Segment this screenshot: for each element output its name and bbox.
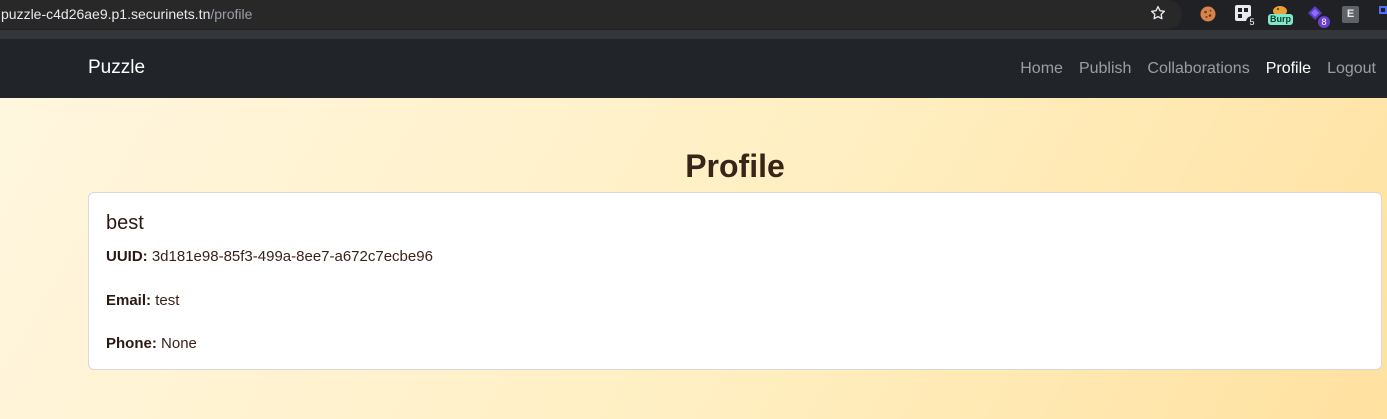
nav-link-profile[interactable]: Profile (1266, 59, 1311, 79)
extension-badge-count: 5 (1246, 16, 1258, 28)
extension-badge-count: 8 (1318, 16, 1330, 28)
badge-icon[interactable]: 5 (1234, 4, 1258, 28)
profile-name: best (106, 212, 144, 234)
email-value: test (155, 292, 180, 309)
url-path: /profile (210, 6, 253, 22)
nav-link-home[interactable]: Home (1020, 59, 1063, 79)
address-bar[interactable]: puzzle-c4d26ae9.p1.securinets.tn/profile (0, 0, 1182, 29)
nav-links: Home Publish Collaborations Profile Logo… (1020, 59, 1376, 79)
page-title: Profile (685, 148, 785, 184)
browser-toolbar: puzzle-c4d26ae9.p1.securinets.tn/profile… (0, 0, 1387, 30)
email-field: Email: test (106, 291, 179, 310)
bookmark-star-icon[interactable] (1149, 4, 1167, 22)
uuid-value: 3d181e98-85f3-499a-8ee7-a672c7ecbe96 (151, 248, 433, 265)
profile-card: best UUID: 3d181e98-85f3-499a-8ee7-a672c… (88, 192, 1382, 370)
email-label: Email: (106, 292, 152, 309)
e-icon[interactable]: E (1342, 6, 1359, 23)
uuid-label: UUID: (106, 248, 148, 265)
puzzle-piece-icon[interactable] (1378, 4, 1387, 24)
phone-value: None (161, 335, 197, 352)
url-host: puzzle-c4d26ae9.p1.securinets.tn (1, 6, 211, 22)
navbar: Puzzle Home Publish Collaborations Profi… (0, 39, 1387, 98)
phone-label: Phone: (106, 335, 157, 352)
brand-link[interactable]: Puzzle (88, 56, 145, 80)
uuid-field: UUID: 3d181e98-85f3-499a-8ee7-a672c7ecbe… (106, 247, 433, 266)
phone-field: Phone: None (106, 334, 197, 353)
tab-strip-divider (0, 30, 1387, 39)
burp-label: Burp (1268, 14, 1293, 25)
nav-link-publish[interactable]: Publish (1079, 59, 1131, 79)
url-text: puzzle-c4d26ae9.p1.securinets.tn/profile (1, 6, 252, 23)
nav-link-collaborations[interactable]: Collaborations (1147, 59, 1249, 79)
burp-icon[interactable]: Burp (1268, 4, 1293, 25)
hacker-icon[interactable]: 8 (1306, 4, 1330, 28)
cookie-icon[interactable] (1198, 4, 1218, 24)
nav-link-logout[interactable]: Logout (1327, 59, 1376, 79)
